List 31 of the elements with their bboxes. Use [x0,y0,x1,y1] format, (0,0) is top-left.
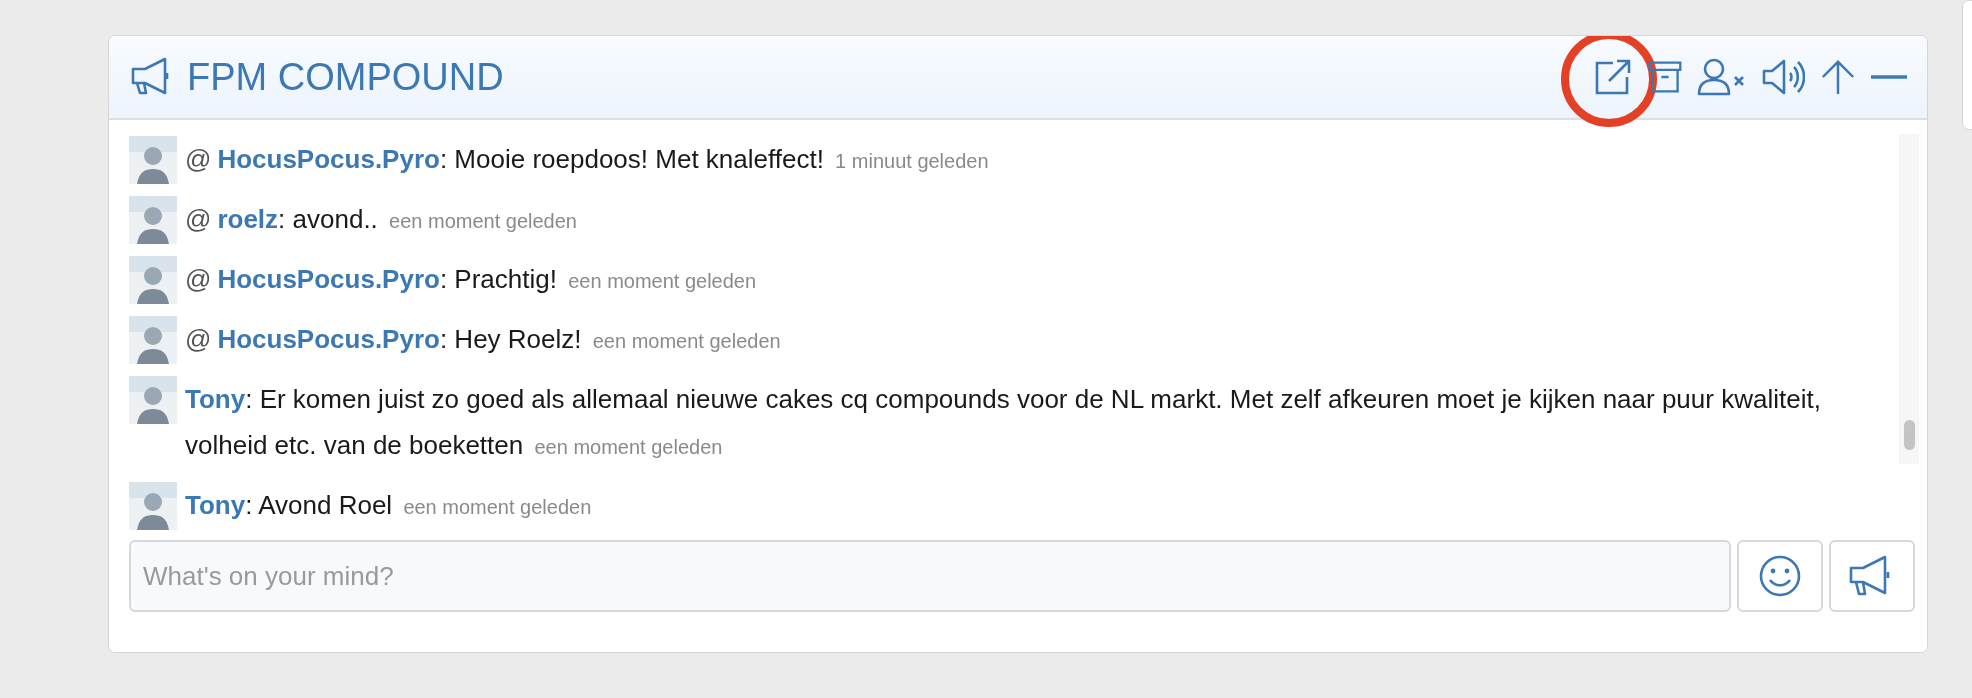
timestamp: een moment geleden [389,210,577,232]
username-link[interactable]: HocusPocus.Pyro [217,144,440,174]
username-link[interactable]: HocusPocus.Pyro [217,324,440,354]
username-link[interactable]: HocusPocus.Pyro [217,264,440,294]
timestamp: een moment geleden [534,436,723,458]
timestamp: een moment geleden [568,270,757,292]
chat-message: @ roelz: avond.. een moment geleden [185,203,578,236]
speaker-icon [1761,57,1805,97]
minimize-icon [1871,75,1907,79]
message-input[interactable]: What's on your mind? [129,540,1731,612]
chat-message: Tony: Avond Roel een moment geleden [185,489,593,522]
send-button[interactable] [1829,540,1915,612]
username-link[interactable]: Tony [185,490,246,520]
popout-button[interactable] [1593,57,1633,97]
username-link[interactable]: roelz [217,204,279,234]
emoji-button[interactable] [1737,540,1823,612]
timestamp: een moment geleden [403,496,592,518]
external-link-icon [1593,57,1633,97]
scrollbar[interactable] [1899,134,1919,464]
smiley-icon [1758,554,1802,598]
timestamp: een moment geleden [592,330,781,352]
block-user-button[interactable] [1697,57,1747,97]
sound-button[interactable] [1761,57,1805,97]
chat-message: @ HocusPocus.Pyro: Mooie roepdoos! Met knaleffect! 1 minuut geleden [185,143,990,176]
chat-message: @ HocusPocus.Pyro: Prachtig! een moment geleden [185,263,758,296]
panel-title: FPM COMPOUND [187,55,504,99]
timestamp: 1 minuut geleden [835,150,989,172]
user-remove-icon [1697,57,1747,97]
username-link[interactable]: Tony [185,384,246,414]
chat-message: @ HocusPocus.Pyro: Hey Roelz! een moment geleden [185,323,782,356]
chat-message: Tony: Er komen juist zo goed als allemaal nieuwe cakes cq compounds voor de NL markt. Met zelf afkeuren moet je kijken naar puur kwaliteit, volheid etc. van de boeketten een moment geleden [185,383,1822,462]
